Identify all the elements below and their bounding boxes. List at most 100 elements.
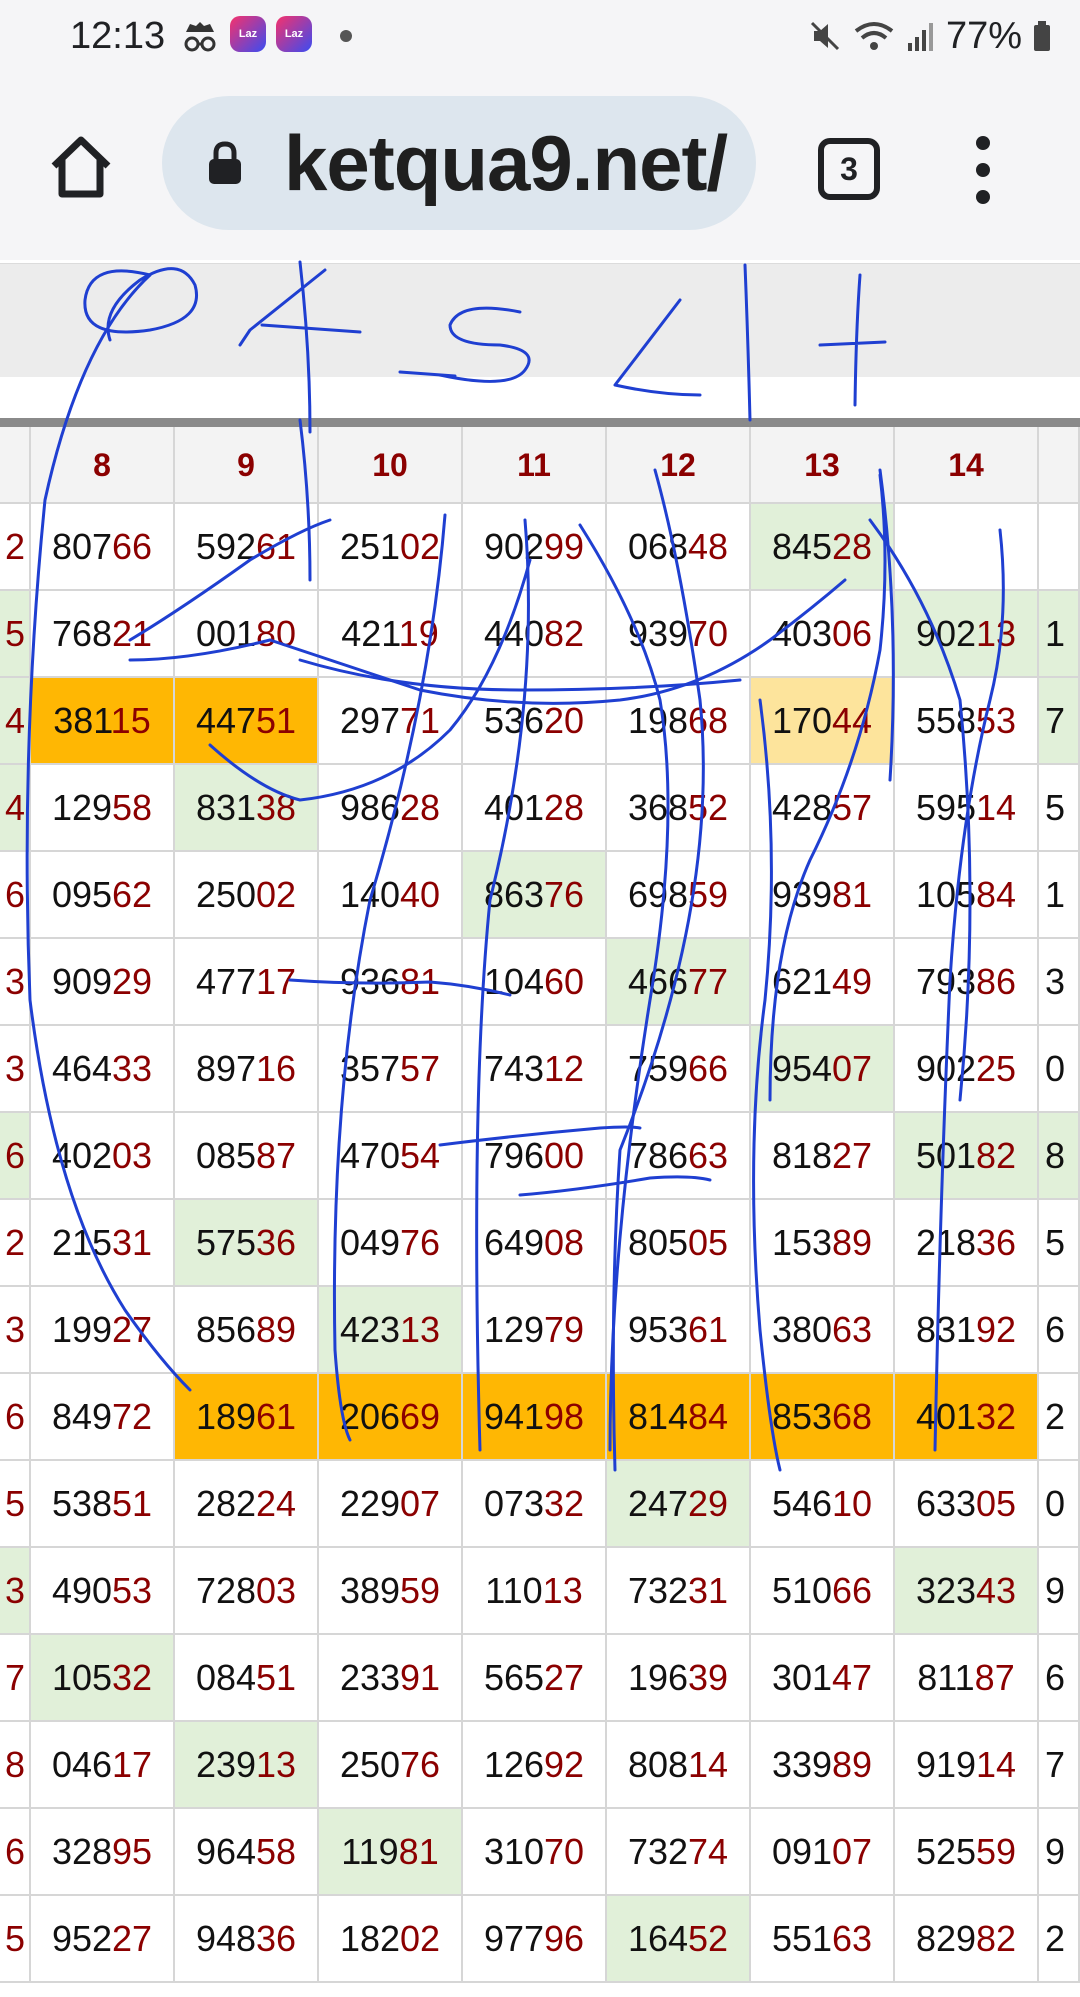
edge-cell-left: 2 (0, 1200, 31, 1287)
edge-cell-left: 4 (0, 678, 31, 765)
result-tail: 62 (112, 874, 153, 915)
column-header: 11 (463, 427, 607, 504)
result-head: 199 (51, 1309, 113, 1350)
result-head: 401 (483, 787, 545, 828)
result-cell: 10584 (895, 852, 1039, 939)
home-icon[interactable] (46, 132, 116, 202)
result-head: 786 (627, 1135, 689, 1176)
edge-cell-right: 6 (1039, 1635, 1080, 1722)
result-head: 466 (627, 961, 689, 1002)
tabs-icon[interactable]: 3 (818, 138, 880, 200)
result-head: 986 (339, 787, 401, 828)
result-cell: 36852 (607, 765, 751, 852)
status-bar: 12:13 Laz Laz 77% (0, 0, 1080, 72)
result-cell: 08587 (175, 1113, 319, 1200)
edge-cell-left: 3 (0, 939, 31, 1026)
result-cell: 78663 (607, 1113, 751, 1200)
result-cell: 19639 (607, 1635, 751, 1722)
result-cell (895, 504, 1039, 591)
result-cell: 81484 (607, 1374, 751, 1461)
result-tail: 57 (832, 787, 873, 828)
result-tail: 51 (256, 700, 297, 741)
result-head: 939 (771, 874, 833, 915)
result-cell: 44082 (463, 591, 607, 678)
result-head: 831 (195, 787, 257, 828)
result-tail: 87 (256, 1135, 297, 1176)
result-head: 239 (195, 1744, 257, 1785)
result-cell: 23913 (175, 1722, 319, 1809)
result-tail: 98 (544, 1396, 585, 1437)
result-tail: 61 (256, 526, 297, 567)
laz-app-icon: Laz (230, 16, 266, 52)
result-cell: 52559 (895, 1809, 1039, 1896)
result-tail: 07 (400, 1483, 441, 1524)
result-cell: 08451 (175, 1635, 319, 1722)
result-tail: 17 (256, 961, 297, 1002)
result-head: 936 (339, 961, 401, 1002)
result-tail: 57 (400, 1048, 441, 1089)
result-head: 189 (195, 1396, 257, 1437)
column-header: 10 (319, 427, 463, 504)
result-head: 215 (51, 1222, 113, 1263)
edge-cell-right: 1 (1039, 852, 1080, 939)
result-tail: 72 (112, 1396, 153, 1437)
result-cell: 42119 (319, 591, 463, 678)
result-cell: 32895 (31, 1809, 175, 1896)
result-head: 153 (771, 1222, 833, 1263)
result-head: 595 (915, 787, 977, 828)
result-head: 421 (341, 613, 399, 654)
result-cell: 85689 (175, 1287, 319, 1374)
result-tail: 86 (976, 961, 1017, 1002)
result-tail: 36 (256, 1222, 297, 1263)
edge-cell-left: 6 (0, 1374, 31, 1461)
laz-app-icon: Laz (276, 16, 312, 52)
result-head: 095 (51, 874, 113, 915)
result-tail: 87 (974, 1657, 1015, 1698)
result-head: 546 (771, 1483, 833, 1524)
incognito-icon (184, 22, 216, 52)
lock-icon[interactable] (206, 140, 244, 186)
result-head: 856 (195, 1309, 257, 1350)
result-head: 049 (339, 1222, 401, 1263)
address-bar[interactable]: ketqua9.net/ (162, 96, 756, 230)
result-tail: 24 (256, 1483, 297, 1524)
edge-cell-right: 6 (1039, 1287, 1080, 1374)
result-tail: 89 (256, 1309, 297, 1350)
result-tail: 81 (400, 961, 441, 1002)
notification-dot-icon (340, 30, 352, 42)
result-tail: 27 (112, 1918, 153, 1959)
result-cell: 85368 (751, 1374, 895, 1461)
result-cell: 22907 (319, 1461, 463, 1548)
result-tail: 07 (832, 1048, 873, 1089)
result-head: 182 (339, 1918, 401, 1959)
result-cell: 12958 (31, 765, 175, 852)
result-cell: 31070 (463, 1809, 607, 1896)
result-cell: 90225 (895, 1026, 1039, 1113)
more-vert-icon[interactable] (968, 130, 998, 210)
result-head: 501 (915, 1135, 977, 1176)
result-head: 621 (771, 961, 833, 1002)
result-head: 698 (627, 874, 689, 915)
result-cell: 04617 (31, 1722, 175, 1809)
result-cell: 73274 (607, 1809, 751, 1896)
result-cell: 91914 (895, 1722, 1039, 1809)
result-cell: 40306 (751, 591, 895, 678)
result-cell: 25076 (319, 1722, 463, 1809)
result-head: 948 (195, 1918, 257, 1959)
edge-cell-left: 3 (0, 1548, 31, 1635)
result-cell: 15389 (751, 1200, 895, 1287)
result-tail: 07 (832, 1831, 873, 1872)
result-head: 831 (915, 1309, 977, 1350)
result-head: 796 (483, 1135, 545, 1176)
result-tail: 28 (832, 526, 873, 567)
edge-cell-left: 4 (0, 765, 31, 852)
result-cell: 55853 (895, 678, 1039, 765)
result-cell: 73231 (607, 1548, 751, 1635)
result-cell: 51066 (751, 1548, 895, 1635)
url-text[interactable]: ketqua9.net/ (284, 116, 728, 210)
edge-cell-right: 2 (1039, 1896, 1080, 1983)
result-head: 282 (195, 1483, 257, 1524)
result-tail: 76 (400, 1222, 441, 1263)
result-head: 768 (51, 613, 113, 654)
result-head: 490 (51, 1570, 113, 1611)
